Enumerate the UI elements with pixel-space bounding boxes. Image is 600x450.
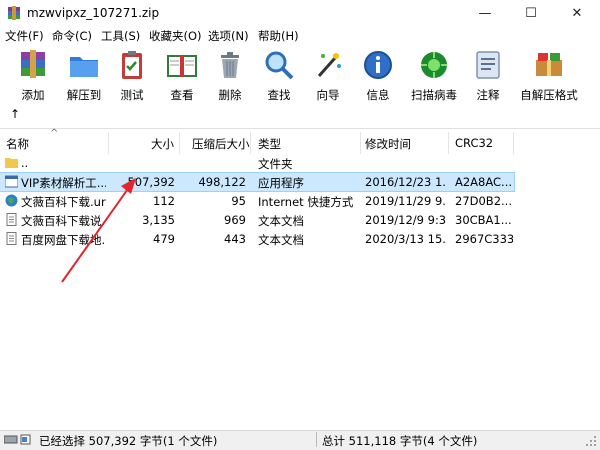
resize-grip-icon[interactable] <box>586 436 597 447</box>
status-total: 总计 511,118 字节(4 个文件) <box>322 434 478 448</box>
drive-icons <box>4 434 31 445</box>
vertical-scrollbar[interactable] <box>588 132 600 428</box>
status-divider <box>316 432 317 447</box>
status-selection: 已经选择 507,392 字节(1 个文件) <box>39 434 218 448</box>
annotation-arrow-icon <box>61 178 136 283</box>
